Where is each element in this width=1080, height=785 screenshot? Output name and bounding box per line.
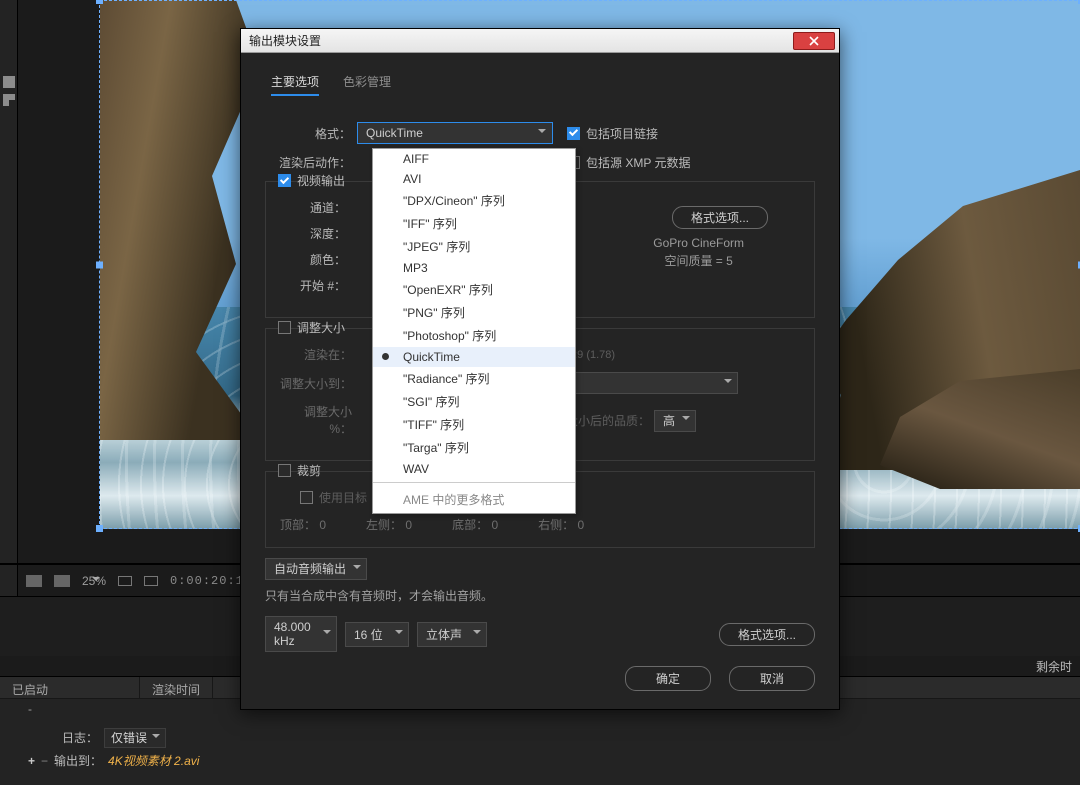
include-link-checkbox[interactable] xyxy=(567,127,580,140)
dd-item-avi[interactable]: AVI xyxy=(373,169,575,189)
color-label: 颜色： xyxy=(280,251,352,268)
crop-left-label: 左侧： xyxy=(366,518,402,532)
renderat-label: 渲染在： xyxy=(280,346,358,363)
audio-mode-select[interactable]: 自动音频输出 xyxy=(265,558,367,580)
monitor-icon[interactable] xyxy=(26,575,42,587)
dd-item-iff[interactable]: "IFF" 序列 xyxy=(373,212,575,235)
left-tool-rail xyxy=(0,0,18,600)
remaining-label: 剩余时 xyxy=(1036,658,1072,675)
snapshot-icon[interactable] xyxy=(144,576,158,586)
dd-separator xyxy=(373,482,575,483)
crop-right-val[interactable]: 0 xyxy=(578,518,585,532)
resizeto-label: 调整大小到： xyxy=(280,375,358,392)
viewer-footer: 25% 0:00:20:1 xyxy=(26,574,244,588)
depth-label: 深度： xyxy=(280,225,352,242)
tool-icon[interactable] xyxy=(3,76,15,88)
resizeto-select[interactable] xyxy=(558,372,738,394)
cancel-button[interactable]: 取消 xyxy=(729,666,815,691)
dd-item-jpeg[interactable]: "JPEG" 序列 xyxy=(373,235,575,258)
log-value: 仅错误 xyxy=(104,728,166,748)
audio-note: 只有当合成中含有音频时，才会输出音频。 xyxy=(265,587,815,604)
dd-item-targa[interactable]: "Targa" 序列 xyxy=(373,436,575,459)
timecode[interactable]: 0:00:20:1 xyxy=(170,574,244,588)
crop-top-label: 顶部： xyxy=(280,518,316,532)
minus-icon[interactable]: − xyxy=(41,754,48,768)
dd-item-png[interactable]: "PNG" 序列 xyxy=(373,301,575,324)
close-icon xyxy=(809,36,819,46)
audio-bits-select[interactable]: 16 位 xyxy=(345,622,409,647)
codec-name: GoPro CineForm xyxy=(653,234,744,252)
dd-item-openexr[interactable]: "OpenEXR" 序列 xyxy=(373,278,575,301)
include-xmp-label: 包括源 XMP 元数据 xyxy=(586,154,690,171)
dd-item-mp3[interactable]: MP3 xyxy=(373,258,575,278)
channel-label: 通道： xyxy=(280,199,352,216)
log-label: 日志： xyxy=(28,729,98,746)
use-target-checkbox[interactable] xyxy=(300,491,313,504)
video-output-checkbox[interactable] xyxy=(278,174,291,187)
hierarchy-icon[interactable] xyxy=(3,94,15,106)
crop-bottom-label: 底部： xyxy=(452,518,488,532)
dd-item-aiff[interactable]: AIFF xyxy=(373,149,575,169)
col-started[interactable]: 已启动 xyxy=(0,677,140,698)
codec-quality: 空间质量 = 5 xyxy=(653,252,744,270)
dd-item-tiff[interactable]: "TIFF" 序列 xyxy=(373,413,575,436)
plus-icon[interactable]: + xyxy=(28,754,35,768)
format-options-button[interactable]: 格式选项... xyxy=(672,206,768,229)
use-target-label: 使用目标 xyxy=(319,489,367,506)
dd-item-wav[interactable]: WAV xyxy=(373,459,575,479)
audio-chan-select[interactable]: 立体声 xyxy=(417,622,487,647)
crop-checkbox[interactable] xyxy=(278,464,291,477)
dd-item-dpx[interactable]: "DPX/Cineon" 序列 xyxy=(373,189,575,212)
resize-title: 调整大小 xyxy=(297,319,345,336)
handle-top-left[interactable] xyxy=(96,0,103,4)
handle-mid-left[interactable] xyxy=(96,261,103,268)
include-link-label: 包括项目链接 xyxy=(586,125,658,142)
crop-right-label: 右侧： xyxy=(538,518,574,532)
resizepct-label: 调整大小 %： xyxy=(280,403,358,437)
format-label: 格式： xyxy=(265,125,357,142)
crop-bottom-val[interactable]: 0 xyxy=(491,518,498,532)
col-rendertime[interactable]: 渲染时间 xyxy=(140,677,213,698)
format-value: QuickTime xyxy=(366,126,423,140)
format-combo[interactable]: QuickTime xyxy=(357,122,553,144)
ok-button[interactable]: 确定 xyxy=(625,666,711,691)
zoom-select[interactable]: 25% xyxy=(82,574,106,588)
postrender-label: 渲染后动作： xyxy=(265,154,357,171)
camera-icon[interactable] xyxy=(118,576,132,586)
dd-item-photoshop[interactable]: "Photoshop" 序列 xyxy=(373,324,575,347)
zoom-value: 25% xyxy=(82,574,106,588)
output-file-link[interactable]: 4K视频素材 2.avi xyxy=(108,752,199,769)
crop-title: 裁剪 xyxy=(297,462,321,479)
resize-checkbox[interactable] xyxy=(278,321,291,334)
tab-main[interactable]: 主要选项 xyxy=(271,73,319,96)
crop-top-val[interactable]: 0 xyxy=(319,518,326,532)
output-to-label: 输出到： xyxy=(54,752,102,769)
dd-item-quicktime[interactable]: QuickTime xyxy=(373,347,575,367)
codec-info: GoPro CineForm 空间质量 = 5 xyxy=(653,234,744,270)
format-dropdown-list[interactable]: AIFF AVI "DPX/Cineon" 序列 "IFF" 序列 "JPEG"… xyxy=(372,148,576,514)
dialog-titlebar[interactable]: 输出模块设置 xyxy=(241,29,839,53)
audio-rate-select[interactable]: 48.000 kHz xyxy=(265,616,337,652)
start-label: 开始 #： xyxy=(280,277,352,294)
tab-color[interactable]: 色彩管理 xyxy=(343,73,391,96)
close-button[interactable] xyxy=(793,32,835,50)
dd-item-sgi[interactable]: "SGI" 序列 xyxy=(373,390,575,413)
dd-ame-more[interactable]: AME 中的更多格式 xyxy=(373,486,575,513)
dd-item-radiance[interactable]: "Radiance" 序列 xyxy=(373,367,575,390)
display-icon[interactable] xyxy=(54,575,70,587)
handle-bottom-left[interactable] xyxy=(96,525,103,532)
audio-format-options-button[interactable]: 格式选项... xyxy=(719,623,815,646)
dialog-title: 输出模块设置 xyxy=(249,32,321,49)
video-output-label: 视频输出 xyxy=(297,172,345,189)
quality-select[interactable]: 高 xyxy=(654,410,696,432)
log-select[interactable]: 仅错误 xyxy=(104,729,166,746)
crop-left-val[interactable]: 0 xyxy=(405,518,412,532)
